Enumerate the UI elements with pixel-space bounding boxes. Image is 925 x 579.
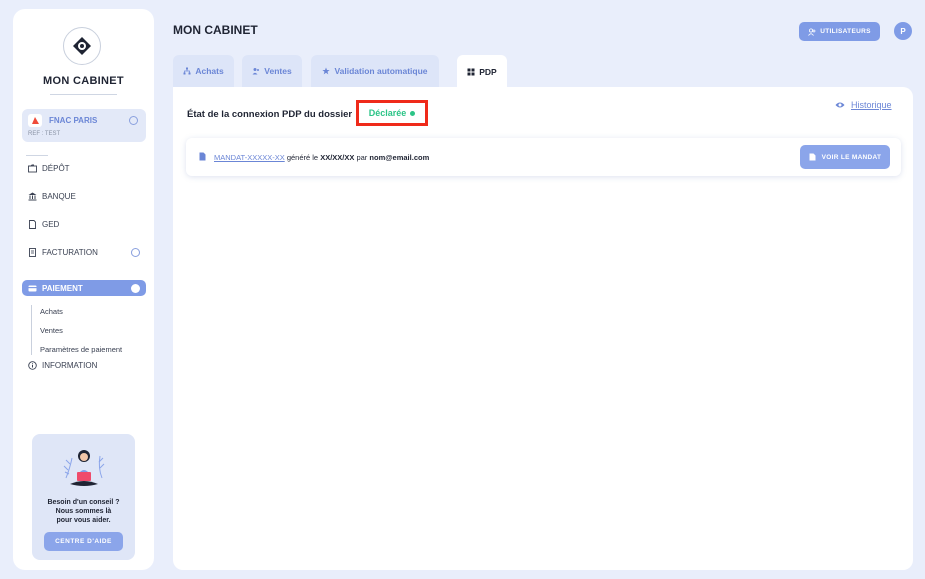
logo <box>63 27 101 65</box>
avatar[interactable]: P <box>894 22 912 40</box>
view-mandate-label: VOIR LE MANDAT <box>821 153 882 161</box>
users-button[interactable]: UTILISATEURS <box>799 22 880 41</box>
sidebar-divider <box>26 155 48 156</box>
tab-label: Achats <box>195 66 224 76</box>
sidebar-item-facturation[interactable]: FACTURATION <box>22 244 146 260</box>
submenu-item-ventes[interactable]: Ventes <box>40 326 63 335</box>
invoice-icon <box>29 247 36 257</box>
tab-label: Ventes <box>264 66 292 76</box>
chevron-right-icon <box>129 116 138 125</box>
help-card: Besoin d'un conseil ? Nous sommes là pou… <box>32 434 135 560</box>
info-icon <box>28 360 37 370</box>
star-icon <box>322 67 331 75</box>
help-center-button[interactable]: CENTRE D'AIDE <box>44 532 123 551</box>
sidebar-item-label: PAIEMENT <box>42 283 83 293</box>
history-label: Historique <box>851 100 892 110</box>
sidebar-item-label: INFORMATION <box>42 360 98 370</box>
sidebar-item-label: DÉPÔT <box>42 163 70 173</box>
users-button-label: UTILISATEURS <box>820 28 871 35</box>
status-dot-icon <box>410 110 416 116</box>
sidebar-item-label: BANQUE <box>42 191 76 201</box>
tab-validation-automatique[interactable]: Validation automatique <box>311 55 439 87</box>
tab-achats[interactable]: Achats <box>173 55 234 87</box>
mandate-email: nom@email.com <box>369 153 430 162</box>
submenu-item-achats[interactable]: Achats <box>40 307 63 316</box>
mandate-row: MANDAT-XXXXX-XX généré le XX/XX/XX par n… <box>186 138 901 176</box>
card-icon <box>28 285 37 291</box>
mandate-info: MANDAT-XXXXX-XX généré le XX/XX/XX par n… <box>214 153 429 162</box>
client-ref: REF : TEST <box>28 131 61 137</box>
support-illustration-icon <box>63 450 105 486</box>
history-link[interactable]: Historique <box>835 100 892 110</box>
connection-status-label: État de la connexion PDP du dossier <box>187 109 353 120</box>
mandate-id-link[interactable]: MANDAT-XXXXX-XX <box>214 153 285 162</box>
client-name: FNAC PARIS <box>49 116 98 125</box>
users-icon <box>252 68 260 75</box>
tab-pdp[interactable]: PDP <box>457 55 507 89</box>
sidebar-item-label: FACTURATION <box>42 247 98 257</box>
chevron-down-icon <box>131 247 140 257</box>
grid-icon <box>467 68 475 76</box>
bank-icon <box>28 192 37 200</box>
network-icon <box>183 67 191 75</box>
folder-icon <box>28 164 37 172</box>
submenu-item-parametres[interactable]: Paramètres de paiement <box>40 345 122 354</box>
submenu-line <box>31 305 32 355</box>
tab-ventes[interactable]: Ventes <box>242 55 302 87</box>
sidebar-item-paiement[interactable]: PAIEMENT <box>22 280 146 296</box>
users-icon <box>808 27 816 36</box>
status-badge: Déclarée <box>356 100 428 126</box>
main-panel: État de la connexion PDP du dossier Décl… <box>173 87 913 570</box>
chevron-up-icon <box>131 283 140 293</box>
brand-name: MON CABINET <box>43 75 124 87</box>
sidebar-item-depot[interactable]: DÉPÔT <box>22 160 146 176</box>
status-text: Déclarée <box>368 108 407 118</box>
client-logo-icon <box>28 114 42 127</box>
tab-label: Validation automatique <box>334 66 428 76</box>
mandate-generated-text: généré le <box>286 153 319 162</box>
brand-divider <box>50 94 117 95</box>
sidebar-item-information[interactable]: INFORMATION <box>22 357 146 373</box>
help-line-2: Nous sommes là <box>55 508 112 515</box>
help-text: Besoin d'un conseil ? Nous sommes là pou… <box>32 498 135 525</box>
help-line-1: Besoin d'un conseil ? <box>47 499 120 506</box>
tab-label: PDP <box>479 67 497 77</box>
sidebar: MON CABINET FNAC PARIS REF : TEST DÉPÔT … <box>13 9 154 570</box>
file-icon <box>809 153 816 161</box>
mandate-date: XX/XX/XX <box>320 153 355 162</box>
help-line-3: pour vous aider. <box>56 517 111 524</box>
mandate-by-text: par <box>356 153 368 162</box>
logo-icon <box>73 37 91 55</box>
page-title: MON CABINET <box>173 23 258 37</box>
sidebar-item-banque[interactable]: BANQUE <box>22 188 146 204</box>
file-icon <box>199 152 206 161</box>
client-selector[interactable]: FNAC PARIS REF : TEST <box>22 109 146 142</box>
eye-icon <box>835 102 845 108</box>
view-mandate-button[interactable]: VOIR LE MANDAT <box>800 145 890 169</box>
document-icon <box>29 219 36 229</box>
sidebar-item-label: GED <box>42 219 60 229</box>
sidebar-item-ged[interactable]: GED <box>22 216 146 232</box>
